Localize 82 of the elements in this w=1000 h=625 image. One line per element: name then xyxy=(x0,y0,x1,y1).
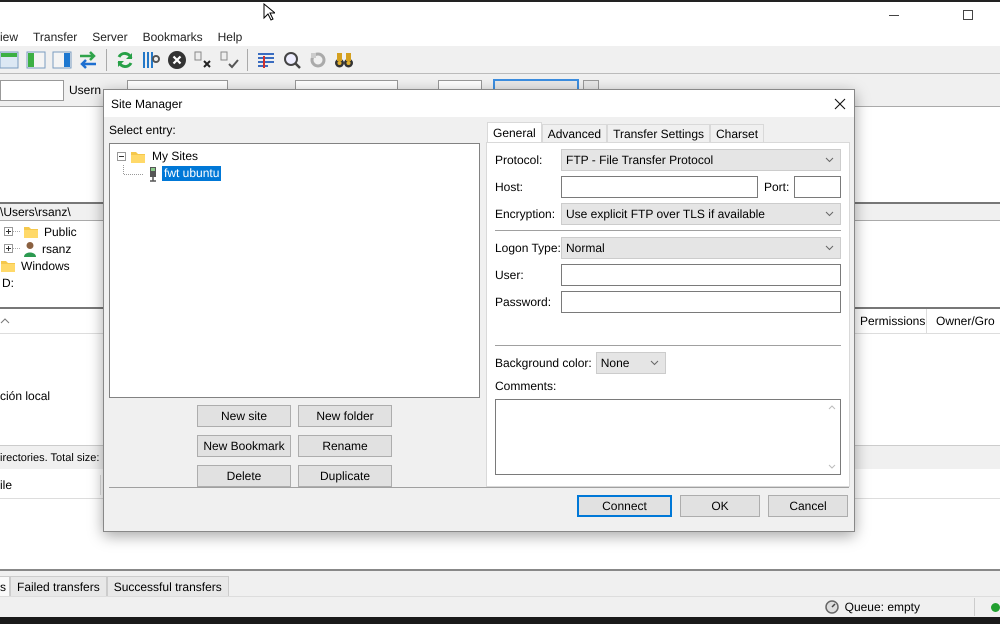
chevron-icon xyxy=(825,211,834,217)
tab[interactable]: Failed transfers xyxy=(10,576,107,596)
cursor-icon xyxy=(263,3,275,21)
dialog-button[interactable]: Cancel xyxy=(768,495,848,517)
dialog-button[interactable]: Delete xyxy=(197,465,291,487)
tree-item[interactable]: fwt ubuntu xyxy=(162,166,222,181)
tab[interactable]: General xyxy=(487,122,542,142)
tree-item[interactable]: rsanz xyxy=(42,242,72,256)
user-field[interactable] xyxy=(561,264,841,286)
queue-status: Queue: empty xyxy=(844,600,920,614)
status-light-icon xyxy=(991,602,1000,612)
tab[interactable]: s xyxy=(0,576,10,596)
password-field[interactable] xyxy=(561,291,841,313)
column-header[interactable]: Owner/Gro xyxy=(926,308,1000,334)
chevron-icon xyxy=(650,360,659,366)
menu-item[interactable]: Transfer xyxy=(33,30,84,44)
folder-icon xyxy=(130,150,146,164)
tree-item[interactable]: My Sites xyxy=(150,149,200,164)
dialog-button[interactable]: Connect xyxy=(577,495,672,517)
chevron-icon xyxy=(825,245,834,251)
collapse-icon[interactable] xyxy=(117,152,126,161)
layout-icon[interactable] xyxy=(0,50,20,70)
dialog-button[interactable]: Duplicate xyxy=(298,465,392,487)
tree-item[interactable]: D: xyxy=(2,276,14,290)
folder-icon xyxy=(23,224,39,238)
menu-item[interactable]: iew xyxy=(0,30,26,44)
server-icon xyxy=(148,166,158,182)
dialog-button[interactable]: New folder xyxy=(298,405,392,427)
menu-item[interactable]: Help xyxy=(218,30,250,44)
dialog-button[interactable]: Rename xyxy=(298,435,392,457)
disconnect-icon[interactable] xyxy=(193,50,213,70)
dialog-button[interactable]: OK xyxy=(680,495,760,517)
host-field[interactable] xyxy=(561,176,758,198)
tab[interactable]: Advanced xyxy=(542,124,608,142)
field-label: Background color: xyxy=(495,356,592,370)
layout-icon[interactable] xyxy=(52,50,72,70)
chevron-icon xyxy=(825,157,834,163)
port-field[interactable] xyxy=(794,176,841,198)
column-header[interactable]: ile xyxy=(0,474,101,494)
field-label: Port: xyxy=(764,180,790,194)
layout-icon[interactable] xyxy=(26,50,46,70)
queue-settings-icon[interactable] xyxy=(141,50,161,70)
encryption-dropdown[interactable]: Use explicit FTP over TLS if available xyxy=(561,203,841,225)
folder-icon xyxy=(0,258,16,272)
search-icon[interactable] xyxy=(282,50,302,70)
refresh-icon[interactable] xyxy=(115,50,135,70)
field-label: Encryption: xyxy=(495,207,556,221)
logon-type-dropdown[interactable]: Normal xyxy=(561,237,841,259)
field-label: Protocol: xyxy=(495,153,544,167)
tree-item[interactable]: Public xyxy=(44,224,77,238)
field-label: User: xyxy=(495,268,525,282)
user-icon xyxy=(23,240,37,256)
tree-connector-line xyxy=(123,165,144,175)
field-label: Password: xyxy=(495,295,552,309)
dialog-button[interactable]: New site xyxy=(197,405,291,427)
dialog-title: Site Manager xyxy=(111,96,182,110)
protocol-dropdown[interactable]: FTP - File Transfer Protocol xyxy=(561,149,841,171)
tree-item[interactable]: Windows xyxy=(21,258,70,272)
gauge-icon xyxy=(824,600,839,614)
field-label: Logon Type: xyxy=(495,241,561,255)
tab[interactable]: Charset xyxy=(710,124,764,142)
dialog-button[interactable]: New Bookmark xyxy=(197,435,291,457)
host-field[interactable] xyxy=(0,80,64,100)
menu-item[interactable]: Server xyxy=(92,30,135,44)
tab[interactable]: Transfer Settings xyxy=(607,124,710,142)
field-label: Comments: xyxy=(495,379,556,393)
menu-item[interactable]: Bookmarks xyxy=(142,30,210,44)
transfer-arrows-icon[interactable] xyxy=(78,50,98,70)
maximize-icon[interactable] xyxy=(962,9,974,21)
tab[interactable]: Successful transfers xyxy=(106,576,229,596)
file-name[interactable]: ción local xyxy=(0,389,50,403)
field-label: Host: xyxy=(495,180,524,194)
expand-icon[interactable] xyxy=(4,227,20,236)
field-label: Select entry: xyxy=(109,123,177,137)
local-path: \Users\rsanz\ xyxy=(0,205,71,219)
color-dropdown[interactable]: None xyxy=(596,352,666,374)
reconnect-icon[interactable] xyxy=(219,50,239,70)
cancel-icon[interactable] xyxy=(167,50,187,70)
close-icon[interactable] xyxy=(834,98,846,110)
expand-icon[interactable] xyxy=(4,244,20,253)
status-text: irectories. Total size: xyxy=(0,452,100,464)
field-label: Usern xyxy=(69,83,102,97)
